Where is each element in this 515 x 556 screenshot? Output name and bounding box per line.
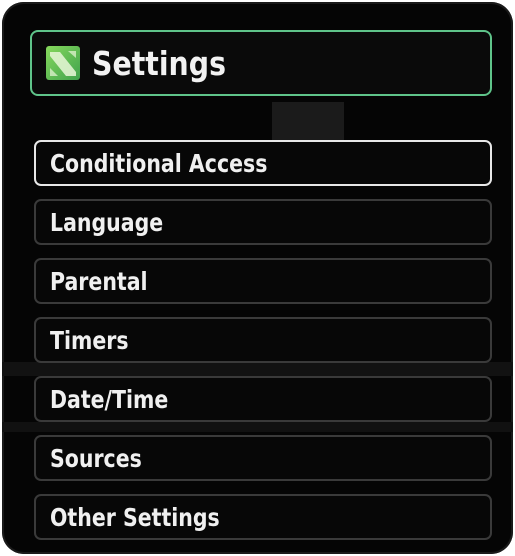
- page-title: Settings: [92, 43, 226, 83]
- menu-item-label: Language: [50, 207, 164, 237]
- menu-item-conditional-access[interactable]: Conditional Access: [34, 140, 492, 186]
- menu-item-date-time[interactable]: Date/Time: [34, 376, 492, 422]
- menu-item-timers[interactable]: Timers: [34, 317, 492, 363]
- menu-item-label: Other Settings: [50, 502, 220, 532]
- menu-item-parental[interactable]: Parental: [34, 258, 492, 304]
- menu-item-label: Sources: [50, 443, 142, 473]
- menu-item-label: Date/Time: [50, 384, 169, 414]
- title-bar: Settings: [30, 30, 492, 96]
- background-artifact: [272, 102, 344, 142]
- menu-item-other-settings[interactable]: Other Settings: [34, 494, 492, 540]
- menu-item-label: Conditional Access: [50, 148, 268, 178]
- settings-panel: Settings Conditional Access Language Par…: [2, 2, 513, 554]
- menu-item-label: Timers: [50, 325, 129, 355]
- menu-item-sources[interactable]: Sources: [34, 435, 492, 481]
- settings-screen-icon: [46, 46, 80, 80]
- menu-item-language[interactable]: Language: [34, 199, 492, 245]
- menu-item-label: Parental: [50, 266, 148, 296]
- settings-menu: Conditional Access Language Parental Tim…: [34, 140, 492, 553]
